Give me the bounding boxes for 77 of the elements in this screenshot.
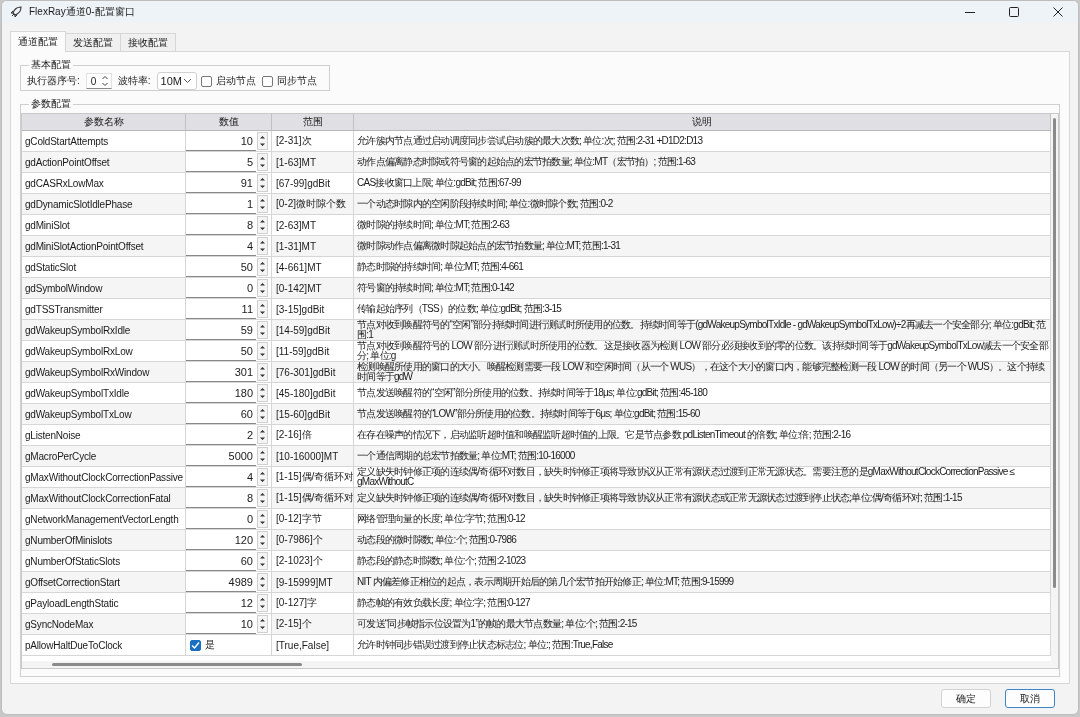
window-title: FlexRay通道0-配置窗口	[29, 5, 135, 19]
table-cell: [2-31]次	[272, 131, 354, 151]
table-cell: [9-15999]MT	[272, 572, 354, 592]
table-cell: [True,False]	[272, 635, 354, 655]
spin-button[interactable]	[257, 615, 268, 633]
checkbox-label: 是	[205, 638, 215, 652]
table-cell: [2-16]倍	[272, 425, 354, 445]
column-header: 参数名称	[22, 114, 186, 130]
rocket-icon	[10, 6, 22, 18]
table-cell: [0-12]字节	[272, 509, 354, 529]
table-cell: [3-15]gdBit	[272, 299, 354, 319]
field-label: 波特率:	[117, 74, 151, 88]
spin-button[interactable]	[257, 552, 268, 570]
table-cell: [4-661]MT	[272, 257, 354, 277]
spin-button[interactable]	[257, 405, 268, 423]
table-cell: [1-15]偶/奇循环对	[272, 488, 354, 508]
spin-button[interactable]	[257, 384, 268, 402]
table-cell: [76-301]gdBit	[272, 362, 354, 382]
checkbox-label: 启动节点	[215, 74, 256, 88]
scrollbar-thumb[interactable]	[1053, 118, 1056, 588]
spin-button[interactable]	[257, 174, 268, 192]
checkbox[interactable]	[190, 639, 201, 651]
table-cell: [1-31]MT	[272, 236, 354, 256]
spin-button[interactable]	[257, 510, 268, 528]
table-cell: [1-15]偶/奇循环对	[272, 467, 354, 487]
spin-button[interactable]	[257, 195, 268, 213]
table-cell: [0-2]微时隙个数	[272, 194, 354, 214]
column-header: 数值	[186, 114, 272, 130]
table-cell: [0-7986]个	[272, 530, 354, 550]
checkbox[interactable]	[261, 75, 273, 87]
number-field[interactable]: 0	[85, 73, 112, 89]
checkbox[interactable]	[200, 75, 212, 87]
table-cell: [1-63]MT	[272, 152, 354, 172]
spin-button[interactable]	[257, 594, 268, 612]
spin-button[interactable]	[257, 447, 268, 465]
spin-button[interactable]	[257, 279, 268, 297]
scrollbar[interactable]	[1051, 114, 1058, 661]
column-header: 范围	[272, 114, 354, 130]
table-cell: [67-99]gdBit	[272, 173, 354, 193]
table-cell: [11-59]gdBit	[272, 341, 354, 361]
table-cell: [10-16000]MT	[272, 446, 354, 466]
spin-button[interactable]	[257, 573, 268, 591]
spin-button[interactable]	[257, 132, 268, 150]
spin-button[interactable]	[257, 258, 268, 276]
tab[interactable]: 通道配置	[10, 31, 66, 52]
spin-button[interactable]	[257, 426, 268, 444]
caret-icon	[182, 78, 192, 84]
dialog-button[interactable]: 取消	[1005, 689, 1055, 708]
spin-button[interactable]	[257, 489, 268, 507]
spin-button[interactable]	[257, 363, 268, 381]
table-cell: [45-180]gdBit	[272, 383, 354, 403]
spin-button[interactable]	[257, 321, 268, 339]
spin-button[interactable]	[257, 300, 268, 318]
group-title: 基本配置	[29, 59, 73, 71]
spin-button[interactable]	[257, 531, 268, 549]
table-cell: [2-1023]个	[272, 551, 354, 571]
spin-button[interactable]	[257, 216, 268, 234]
close-icon[interactable]	[1053, 7, 1063, 17]
table-cell: [0-142]MT	[272, 278, 354, 298]
field-label: 执行器序号:	[27, 74, 80, 88]
scrollbar-thumb[interactable]	[52, 663, 302, 666]
table-cell: [15-60]gdBit	[272, 404, 354, 424]
checkbox-label: 同步节点	[276, 74, 317, 88]
spin-button[interactable]	[257, 342, 268, 360]
spin-button[interactable]	[257, 153, 268, 171]
group-title: 参数配置	[29, 98, 73, 110]
baud-dropdown[interactable]: 10M	[156, 72, 197, 90]
table-cell: [0-127]字	[272, 593, 354, 613]
spin-arrows-icon[interactable]	[100, 74, 109, 88]
table-cell: [2-63]MT	[272, 215, 354, 235]
spin-button[interactable]	[257, 237, 268, 255]
dialog-button[interactable]: 确定	[941, 689, 991, 708]
table-cell: [2-15]个	[272, 614, 354, 634]
spin-button[interactable]	[257, 468, 268, 486]
scrollbar[interactable]	[22, 661, 1058, 668]
maximize-icon[interactable]	[1009, 7, 1019, 17]
table-cell: [14-59]gdBit	[272, 320, 354, 340]
